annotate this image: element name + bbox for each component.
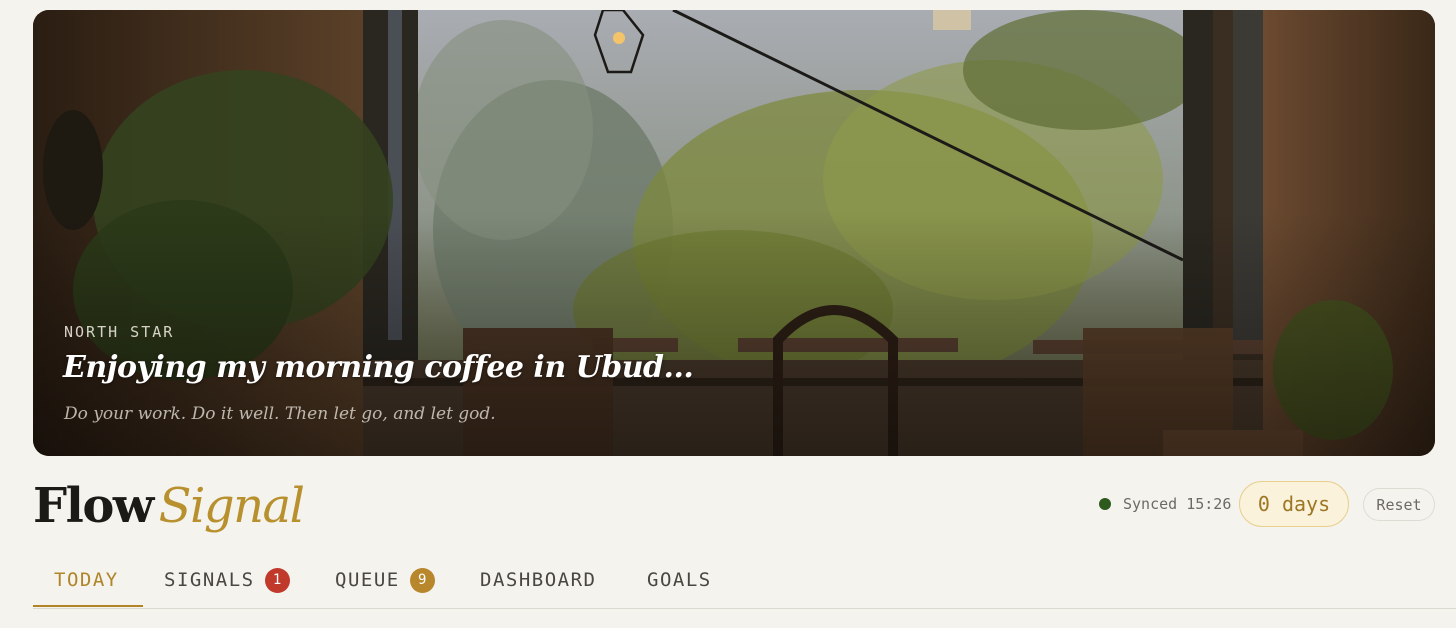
sync-status-dot-icon (1099, 498, 1111, 510)
logo-word-signal: Signal (158, 478, 305, 534)
tab-signals-label: SIGNALS (164, 569, 255, 591)
tab-today-label: TODAY (54, 569, 119, 591)
signals-count-badge: 1 (264, 567, 290, 593)
active-tab-indicator (33, 605, 143, 607)
tab-goals[interactable]: GOALS (647, 552, 712, 608)
hero-eyebrow: NORTH STAR (64, 323, 175, 341)
logo-word-flow: Flow (33, 478, 154, 534)
main-tabs: TODAY SIGNALS 1 QUEUE 9 DASHBOARD GOALS (33, 552, 1456, 609)
reset-button[interactable]: Reset (1363, 488, 1435, 521)
tab-dashboard[interactable]: DASHBOARD (480, 552, 596, 608)
reset-button-label: Reset (1376, 495, 1422, 514)
streak-days-label: 0 days (1257, 492, 1331, 516)
hero-banner: NORTH STAR Enjoying my morning coffee in… (33, 10, 1435, 456)
hero-shade (33, 10, 1435, 456)
tab-queue-label: QUEUE (335, 569, 400, 591)
streak-days-pill[interactable]: 0 days (1239, 481, 1349, 527)
tab-goals-label: GOALS (647, 569, 712, 591)
tab-today[interactable]: TODAY (54, 552, 119, 608)
tab-dashboard-label: DASHBOARD (480, 569, 597, 591)
tab-queue[interactable]: QUEUE 9 (335, 552, 435, 608)
sync-status: Synced 15:26 (1099, 495, 1231, 513)
sync-status-text: Synced 15:26 (1123, 495, 1232, 513)
queue-count-badge: 9 (409, 567, 435, 593)
app-logo: Flow Signal (33, 476, 305, 536)
tab-signals[interactable]: SIGNALS 1 (164, 552, 290, 608)
hero-quote: Do your work. Do it well. Then let go, a… (64, 404, 496, 424)
hero-title: Enjoying my morning coffee in Ubud... (63, 350, 694, 385)
